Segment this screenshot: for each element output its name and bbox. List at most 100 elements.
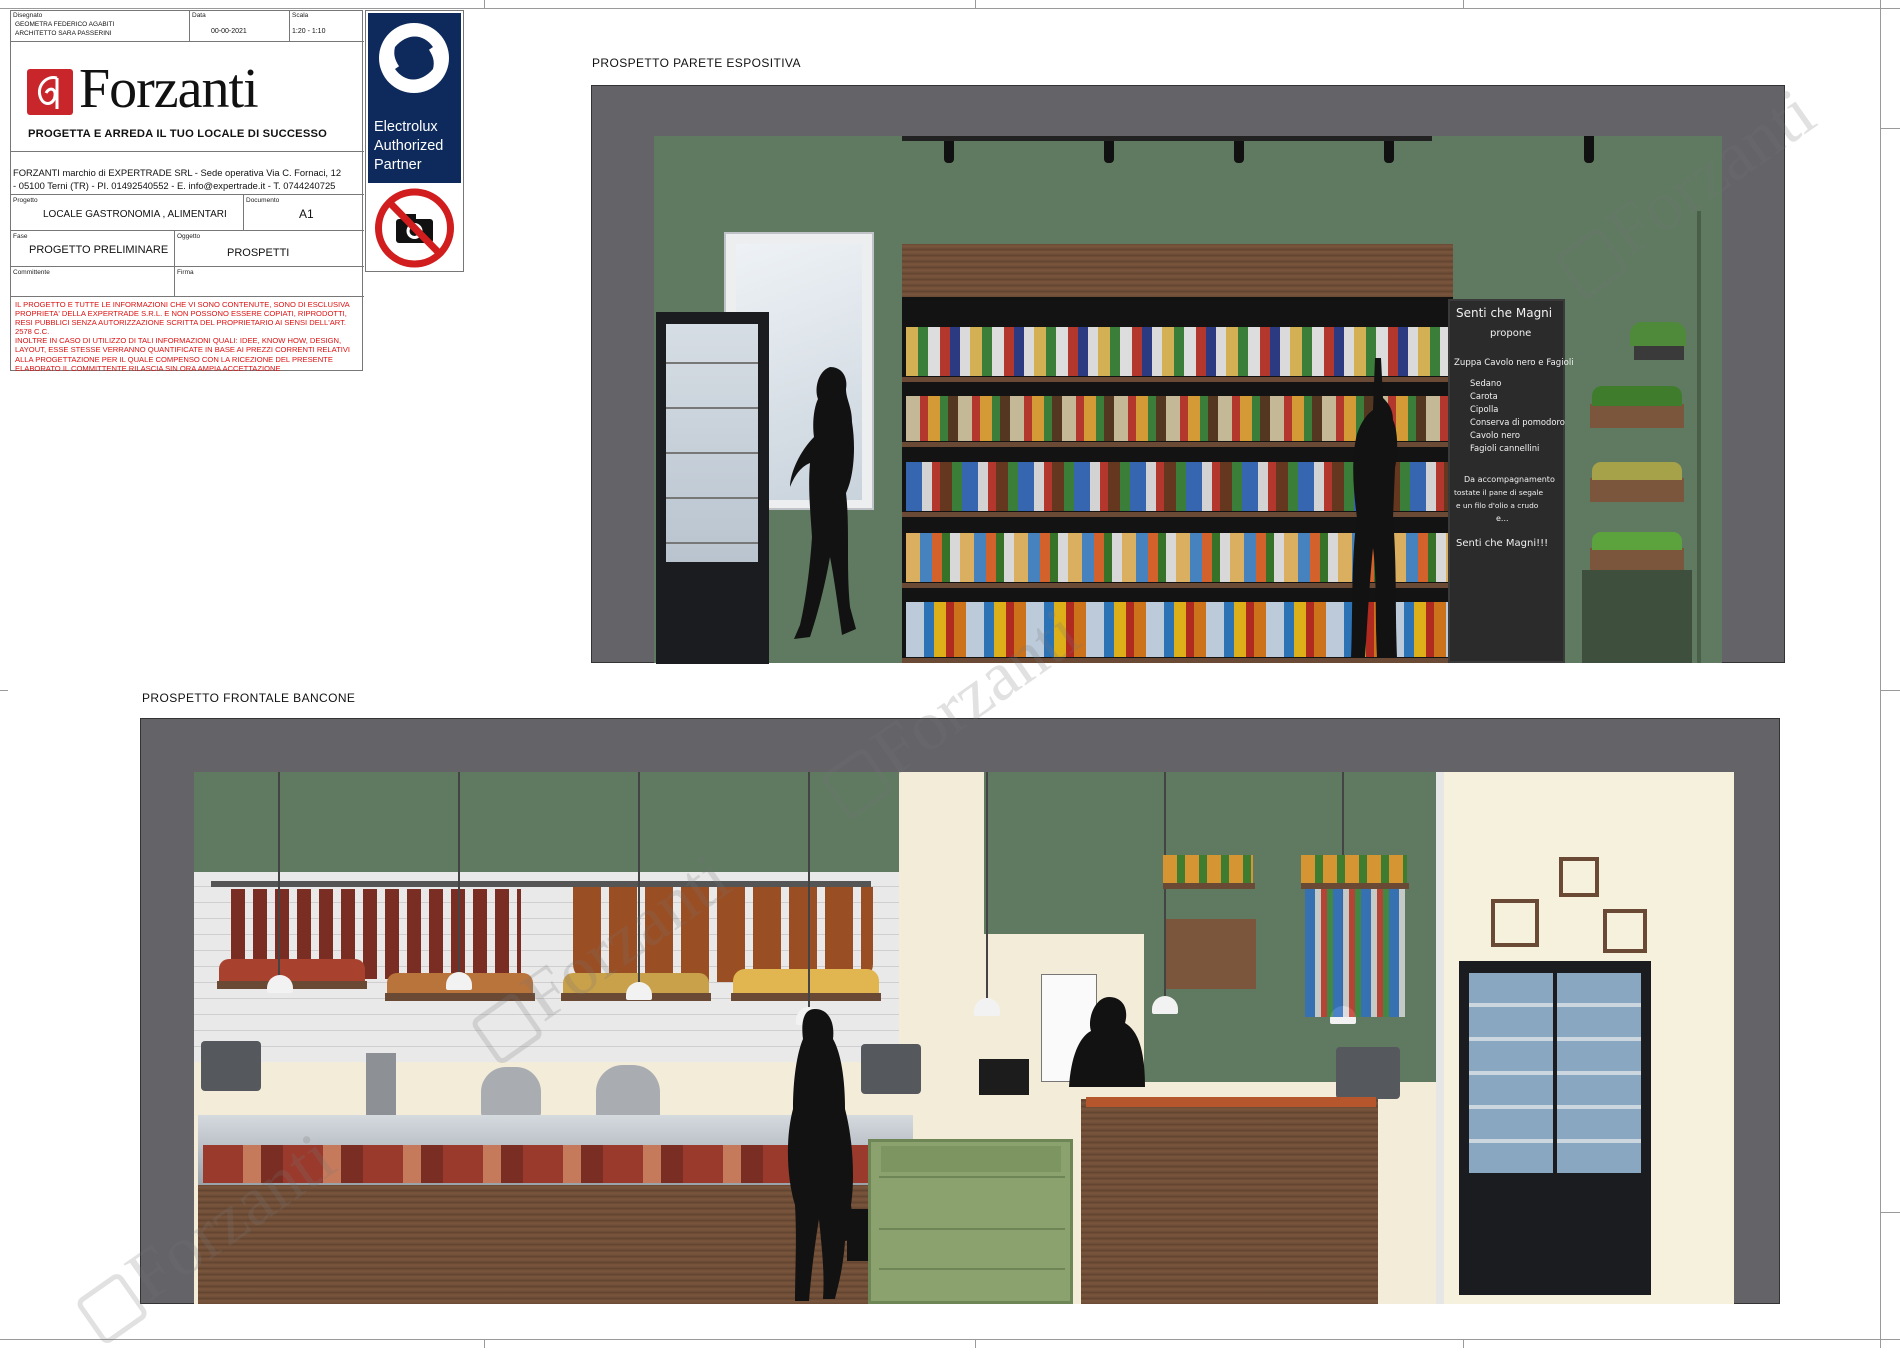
tick-mark <box>1463 1339 1464 1348</box>
bread-counter <box>1081 1099 1378 1304</box>
drawn-by-2: ARCHITETTO SARA PASSERINI <box>15 30 112 37</box>
hanging-hams <box>573 887 873 982</box>
tick-mark <box>0 690 8 691</box>
partner-line-1: Electrolux <box>374 119 438 135</box>
pendant-lamp <box>986 772 988 998</box>
vegetable-display <box>1582 286 1702 663</box>
forzanti-mark-icon <box>27 69 73 115</box>
board-closing: Senti che Magni!!! <box>1456 538 1549 549</box>
forzanti-logo: Forzanti <box>27 58 357 133</box>
tick-mark <box>1880 690 1900 691</box>
deli-shelf <box>731 993 881 1001</box>
date-value: 00-00-2021 <box>211 28 247 35</box>
spotlight-icon <box>1384 141 1394 163</box>
disclaimer-line: INOLTRE IN CASO DI UTILIZZO DI TALI INFO… <box>15 336 342 346</box>
tagline: PROGETTA E ARREDA IL TUO LOCALE DI SUCCE… <box>28 128 328 140</box>
spotlight-icon <box>944 141 954 163</box>
cash-register <box>979 1059 1029 1095</box>
electrolux-logo-icon <box>379 23 449 93</box>
door-edge <box>1697 211 1701 663</box>
board-ingredient: Cavolo nero <box>1470 430 1521 440</box>
plant-frame <box>1559 857 1599 897</box>
spotlight-icon <box>1234 141 1244 163</box>
board-ingredient: Sedano <box>1470 378 1502 388</box>
woman-silhouette <box>790 367 870 665</box>
bread-shelf-left <box>1163 855 1253 883</box>
wall-divider <box>1436 772 1444 1304</box>
board-note: tostate il pane di segale <box>1454 488 1544 497</box>
electrolux-panel: Electrolux Authorized Partner <box>368 13 461 183</box>
no-camera-icon <box>368 187 461 269</box>
sheet-border-bottom <box>0 1339 1900 1340</box>
electrolux-badge: Electrolux Authorized Partner <box>365 10 464 272</box>
scale-value: 1:20 - 1:10 <box>292 28 326 35</box>
sheet-border-top <box>0 8 1900 9</box>
drinks-fridge <box>656 312 769 664</box>
label-scale: Scala <box>292 12 309 19</box>
tick-mark <box>1463 0 1464 8</box>
board-ingredient: Conserva di pomodoro <box>1470 417 1565 427</box>
shopkeeper-silhouette <box>1069 997 1149 1087</box>
title-block: Disegnato GEOMETRA FEDERICO AGABITI ARCH… <box>10 10 364 373</box>
disclaimer-line: RESI PUBBLICI SENZA AUTORIZZAZIONE SCRIT… <box>15 318 347 328</box>
partner-line-2: Authorized <box>374 138 444 154</box>
meat-grinder <box>366 1053 396 1123</box>
tick-mark <box>1880 128 1900 129</box>
board-ingredient: Carota <box>1470 391 1498 401</box>
board-ingredient: Fagioli cannellini <box>1470 443 1540 453</box>
pendant-lamp <box>458 772 460 972</box>
scale-machine <box>861 1044 921 1094</box>
wall-elevation: Senti che Magni propone Zuppa Cavolo ner… <box>591 85 1785 665</box>
label-project: Progetto <box>13 197 38 204</box>
logo-wordmark: Forzanti <box>79 58 259 120</box>
bread-shelf-right <box>1301 855 1407 883</box>
track-light-rail <box>902 136 1432 141</box>
partner-line-3: Partner <box>374 157 422 173</box>
sheet-border-right <box>1880 0 1881 1348</box>
bread-crate <box>1166 919 1256 989</box>
slicer-machine <box>481 1067 541 1117</box>
label-phase: Fase <box>13 233 28 240</box>
pizza-display <box>1086 1097 1376 1107</box>
object-value: PROSPETTI <box>227 247 290 259</box>
project-value: LOCALE GASTRONOMIA , ALIMENTARI <box>43 209 227 220</box>
product-shelf <box>1305 889 1405 1017</box>
label-document: Documento <box>246 197 280 204</box>
counter-elevation-title: PROSPETTO FRONTALE BANCONE <box>142 691 356 705</box>
company-line-1: FORZANTI marchio di EXPERTRADE SRL - Sed… <box>13 167 342 178</box>
label-object: Oggetto <box>177 233 201 240</box>
board-title: Senti che Magni <box>1456 306 1553 320</box>
label-client: Committente <box>13 269 50 276</box>
white-panel <box>911 772 984 1082</box>
scale-machine <box>1336 1047 1400 1099</box>
phase-value: PROGETTO PRELIMINARE <box>29 244 169 256</box>
disclaimer-line: ALLA PROGETTAZIONE PER IL QUALE COMPENSO… <box>15 354 333 364</box>
disclaimer-line: ELABORATO IL COMMITTENTE RILASCIA SIN OR… <box>15 363 281 373</box>
plant-frame <box>1603 909 1647 953</box>
customer-silhouette <box>771 1009 871 1304</box>
scale-machine <box>201 1041 261 1091</box>
board-note: Da accompagnamento <box>1464 475 1555 484</box>
display-fridge <box>1459 961 1651 1295</box>
board-subtitle: propone <box>1490 328 1532 339</box>
tick-mark <box>975 0 976 8</box>
green-wall-left <box>194 772 899 872</box>
disclaimer-line: PROPRIETA' DELLA EXPERTRADE S.R.L. E NON… <box>15 309 347 319</box>
pendant-lamp <box>278 772 280 975</box>
chalkboard: Senti che Magni propone Zuppa Cavolo ner… <box>1448 299 1574 663</box>
spotlight-icon <box>1584 136 1594 163</box>
board-ingredient: Cipolla <box>1470 404 1499 414</box>
label-date: Data <box>192 12 206 19</box>
spotlight-icon <box>1104 141 1114 163</box>
disclaimer-line: LAYOUT, ESSE STESSE VERRANNO QUANTIFICAT… <box>15 345 351 355</box>
tick-mark <box>1880 1212 1900 1213</box>
label-signature: Firma <box>177 269 194 276</box>
pendant-lamp <box>808 772 810 1007</box>
tick-mark <box>484 0 485 8</box>
pendant-lamp <box>638 772 640 982</box>
board-dish: Zuppa Cavolo nero e Fagioli <box>1454 358 1574 368</box>
slicer-machine <box>596 1065 660 1119</box>
disclaimer-line: 2578 C.C. <box>15 327 50 337</box>
tick-mark <box>975 1339 976 1348</box>
tick-mark <box>484 1339 485 1348</box>
